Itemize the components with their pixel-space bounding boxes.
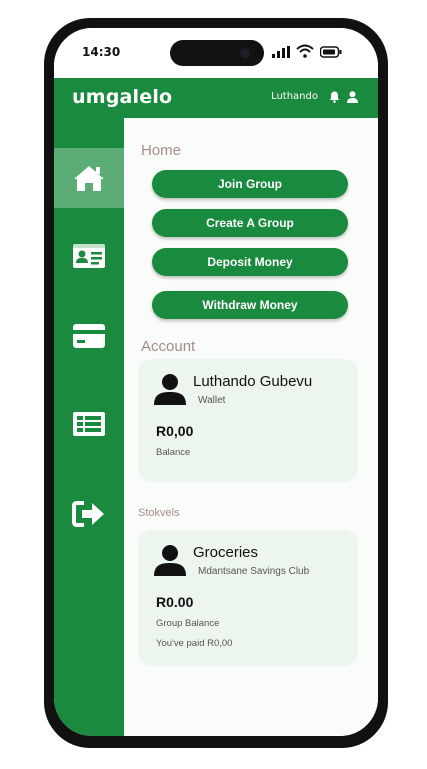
dynamic-island xyxy=(170,40,264,66)
account-card[interactable]: Luthando Gubevu Wallet R0,00 Balance xyxy=(138,359,358,482)
credit-card-icon xyxy=(73,324,105,348)
home-section-title: Home xyxy=(141,142,182,159)
balance-label: Balance xyxy=(156,447,191,458)
create-group-button[interactable]: Create A Group xyxy=(152,209,348,237)
stokvels-section-title: Stokvels xyxy=(138,507,180,519)
paid-amount-text: You've paid R0,00 xyxy=(156,638,233,649)
phone-screen: 14:30 umgalelo Luthando Home Join Group … xyxy=(54,28,378,736)
sidebar-item-cards[interactable] xyxy=(54,306,124,366)
camera-icon xyxy=(240,48,250,58)
signal-icon xyxy=(272,46,290,58)
wifi-icon xyxy=(296,44,314,58)
stokvel-card[interactable]: Groceries Mdantsane Savings Club R0.00 G… xyxy=(138,530,358,666)
battery-icon xyxy=(320,46,342,58)
sidebar-item-transactions[interactable] xyxy=(54,394,124,454)
deposit-money-button[interactable]: Deposit Money xyxy=(152,248,348,276)
app-header: umgalelo Luthando xyxy=(54,78,378,118)
avatar-icon xyxy=(154,374,186,405)
home-icon xyxy=(74,166,104,191)
sidebar-item-home[interactable] xyxy=(54,148,124,208)
main-content: Home Join Group Create A Group Deposit M… xyxy=(124,118,378,736)
status-bar: 14:30 xyxy=(54,28,378,78)
group-balance-label: Group Balance xyxy=(156,618,220,629)
stokvel-club-name: Mdantsane Savings Club xyxy=(198,566,310,577)
withdraw-money-button[interactable]: Withdraw Money xyxy=(152,291,348,319)
join-group-button[interactable]: Join Group xyxy=(152,170,348,198)
sidebar xyxy=(54,118,124,736)
app-logo[interactable]: umgalelo xyxy=(72,86,172,108)
group-balance-amount: R0.00 xyxy=(156,594,194,610)
avatar-icon xyxy=(154,545,186,576)
list-icon xyxy=(73,412,105,436)
profile-icon[interactable] xyxy=(347,91,358,103)
account-section-title: Account xyxy=(141,338,196,355)
sidebar-item-profile-card[interactable] xyxy=(54,226,124,286)
username-label[interactable]: Luthando xyxy=(271,91,318,102)
id-card-icon xyxy=(73,244,105,268)
account-holder-name: Luthando Gubevu xyxy=(193,373,313,390)
sidebar-item-logout[interactable] xyxy=(54,484,124,544)
logout-icon xyxy=(72,501,104,527)
stokvel-name: Groceries xyxy=(193,544,259,561)
account-type: Wallet xyxy=(198,395,226,406)
status-time: 14:30 xyxy=(82,45,121,59)
bell-icon[interactable] xyxy=(329,91,340,103)
account-balance: R0,00 xyxy=(156,423,194,439)
